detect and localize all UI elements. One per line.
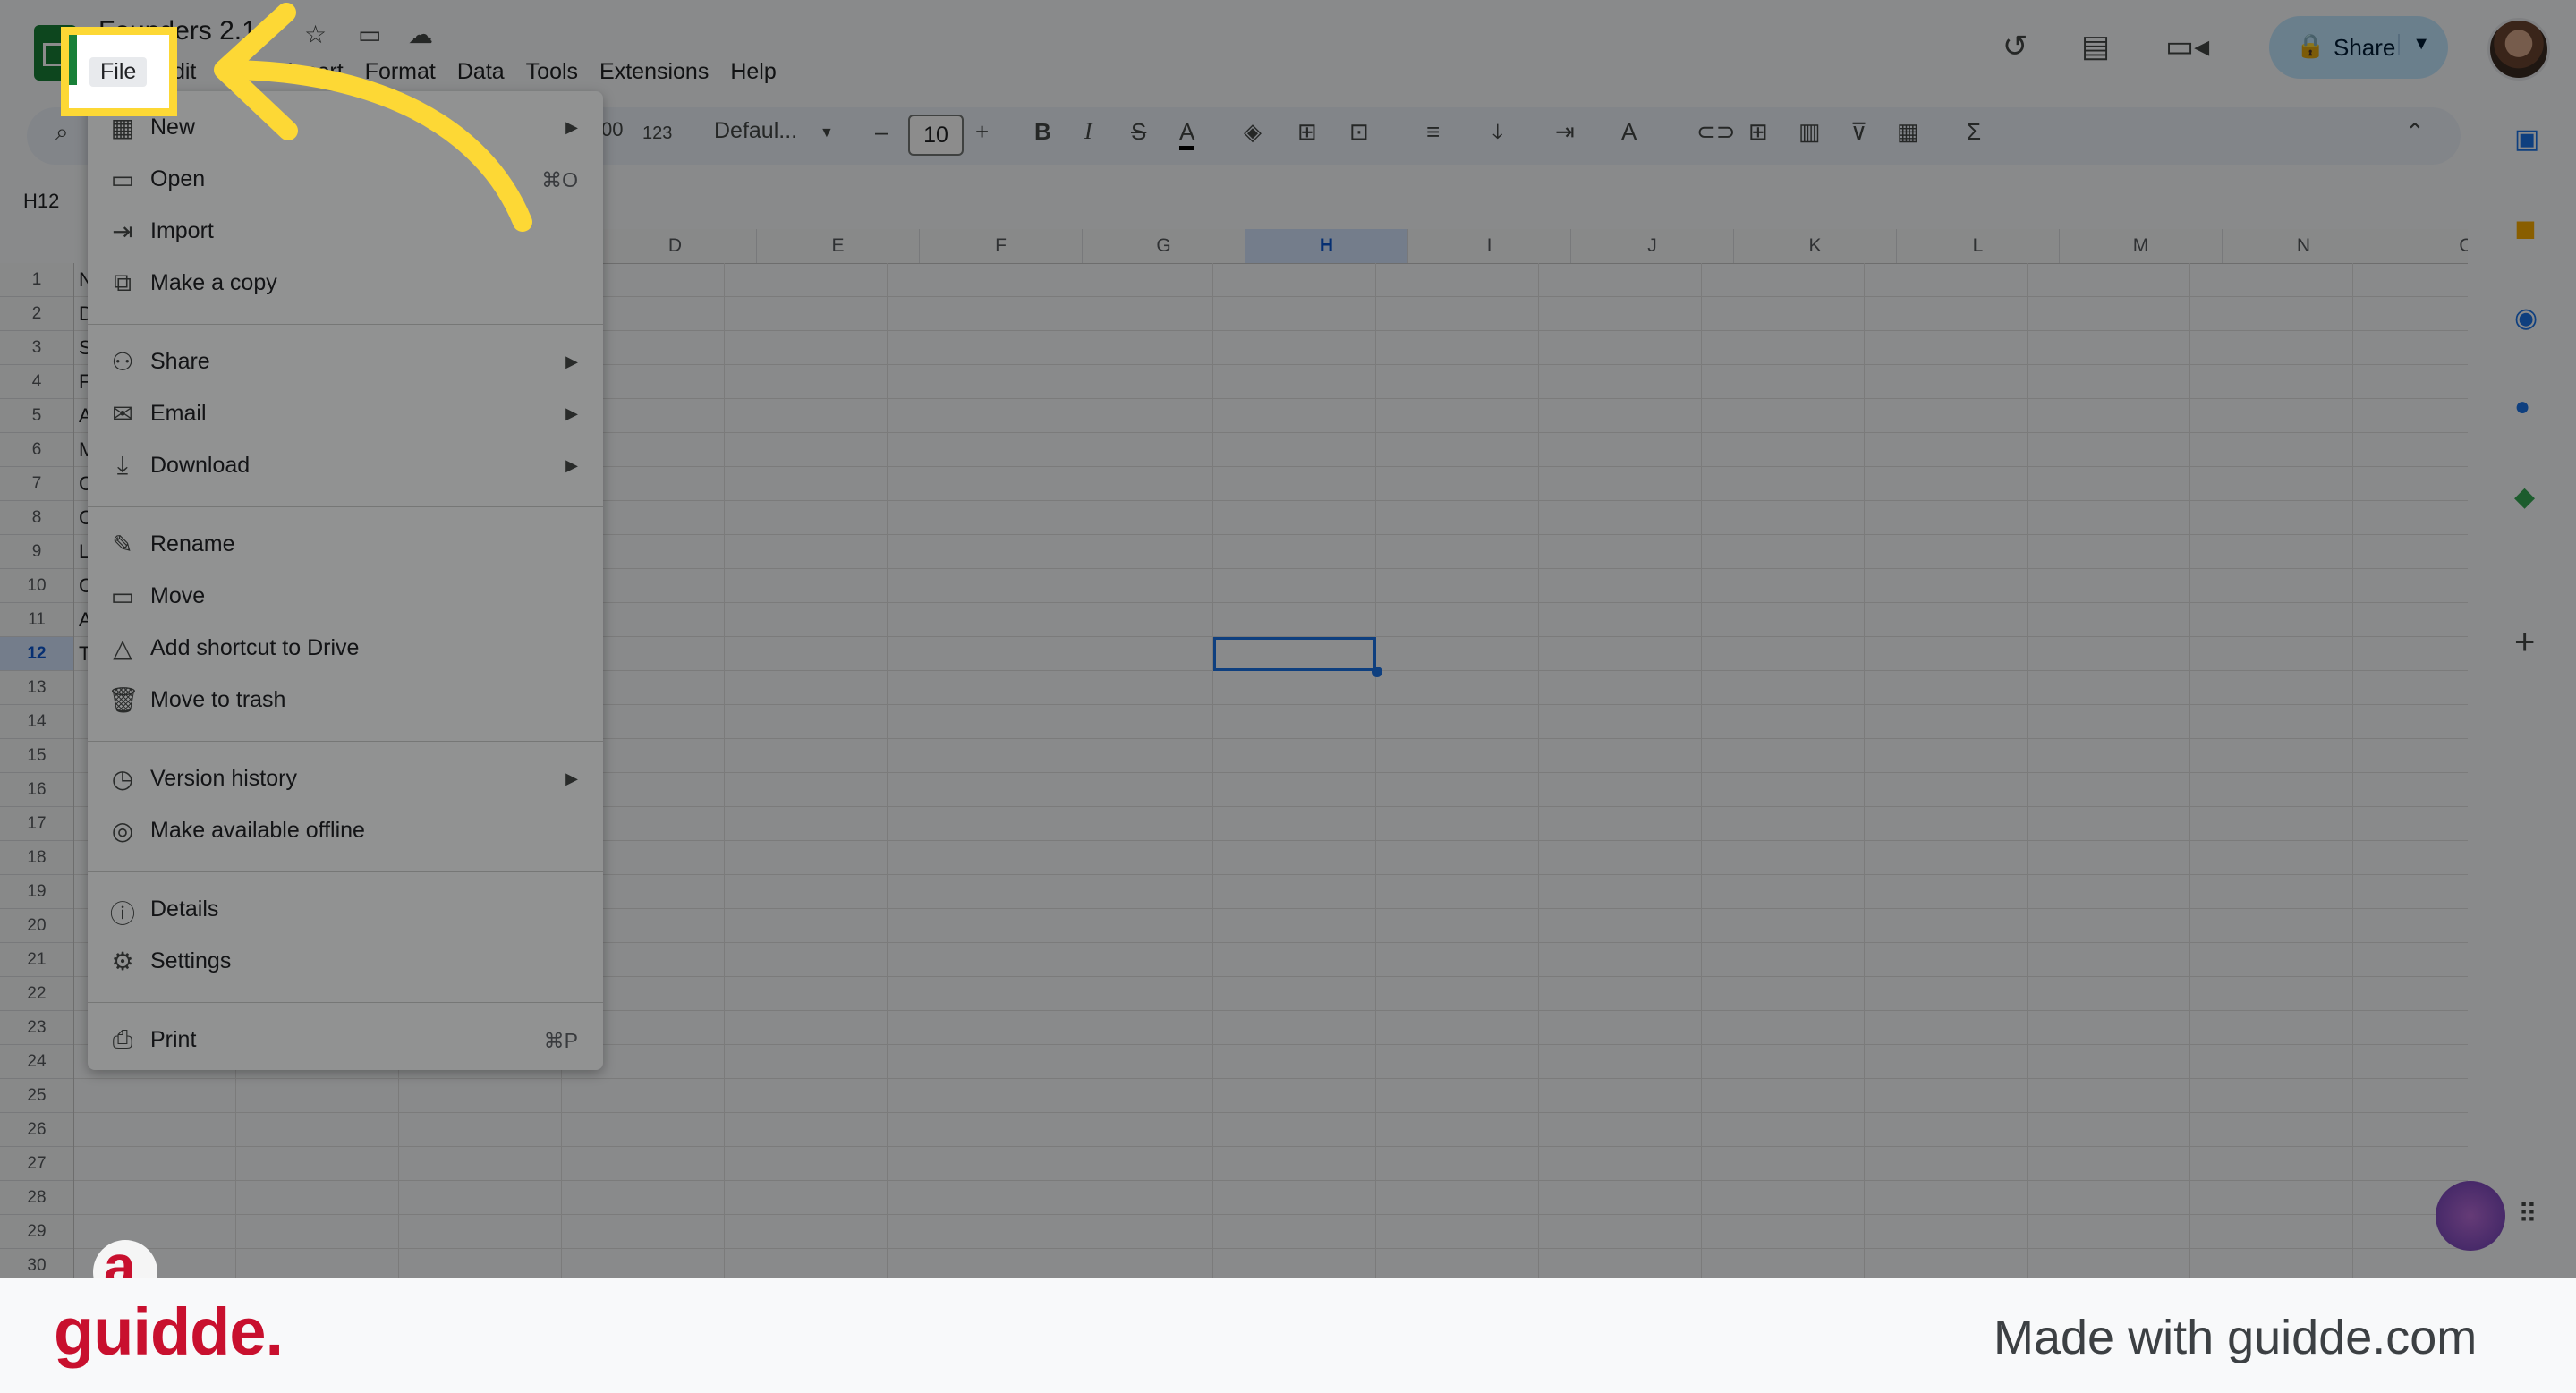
file-menu-item-add-shortcut-to-drive[interactable]: △ Add shortcut to Drive <box>88 624 603 675</box>
gear-icon: ⚙ <box>111 947 134 975</box>
file-menu-item-details[interactable]: ⓘ Details <box>88 886 603 936</box>
file-menu-item-label: Add shortcut to Drive <box>150 635 360 660</box>
file-menu-item-label: Make available offline <box>150 818 365 843</box>
file-menu-item-label: Make a copy <box>150 270 277 295</box>
file-menu-item-label: Version history <box>150 766 297 791</box>
person-add-icon: ⚇ <box>111 348 134 376</box>
guidde-logo: guidde. <box>54 1295 284 1369</box>
submenu-arrow-icon: ▶ <box>565 769 578 787</box>
file-menu-item-print[interactable]: ⎙ Print ⌘P <box>88 1016 603 1066</box>
download-icon: ⤓ <box>116 451 129 479</box>
menu-separator <box>88 506 603 507</box>
menu-separator <box>88 324 603 325</box>
file-menu-item-label: Share <box>150 349 210 374</box>
file-menu-item-share[interactable]: ⚇ Share ▶ <box>88 338 603 388</box>
file-menu-item-version-history[interactable]: ◷ Version history ▶ <box>88 755 603 805</box>
drive-shortcut-icon: △ <box>113 634 132 662</box>
menu-separator <box>88 1002 603 1003</box>
file-menu-item-move[interactable]: ▭ Move <box>88 573 603 623</box>
submenu-arrow-icon: ▶ <box>565 456 578 474</box>
print-icon: ⎙ <box>112 1025 133 1053</box>
submenu-arrow-icon: ▶ <box>565 404 578 422</box>
tutorial-arrow-icon <box>214 3 532 232</box>
menu-separator <box>88 741 603 742</box>
info-icon: ⓘ <box>109 900 135 928</box>
file-menu-item-settings[interactable]: ⚙ Settings <box>88 938 603 988</box>
file-menu-item-label: Details <box>150 896 219 922</box>
shortcut-label: ⌘P <box>543 1029 578 1052</box>
file-menu-item-label: Settings <box>150 948 232 973</box>
file-menu-item-move-to-trash[interactable]: 🗑 Move to trash <box>88 676 603 726</box>
move-folder-icon: ▭ <box>110 582 135 610</box>
trash-icon: 🗑 <box>107 686 140 714</box>
submenu-arrow-icon: ▶ <box>565 352 578 370</box>
file-menu-item-rename[interactable]: ✎ Rename <box>88 521 603 571</box>
file-menu-item-label: Download <box>150 453 251 478</box>
file-menu-item-label: Rename <box>150 531 235 556</box>
file-menu-item-make-available-offline[interactable]: ◎ Make available offline <box>88 807 603 857</box>
file-menu-item-label: Print <box>150 1027 197 1052</box>
menu-separator <box>88 871 603 872</box>
file-menu-item-email[interactable]: ✉ Email ▶ <box>88 390 603 440</box>
history-icon: ◷ <box>111 765 134 793</box>
file-menu-item-download[interactable]: ⤓ Download ▶ <box>88 442 603 492</box>
rename-icon: ✎ <box>112 531 133 558</box>
file-menu-item-label: Email <box>150 401 207 426</box>
file-menu-item-label: Move <box>150 583 206 608</box>
email-icon: ✉ <box>112 400 133 428</box>
offline-icon: ◎ <box>111 817 134 845</box>
made-with-text: Made with guidde.com <box>1994 1311 2478 1364</box>
file-menu-item-label: Move to trash <box>150 687 286 712</box>
copy-icon: ⧉ <box>114 268 132 296</box>
